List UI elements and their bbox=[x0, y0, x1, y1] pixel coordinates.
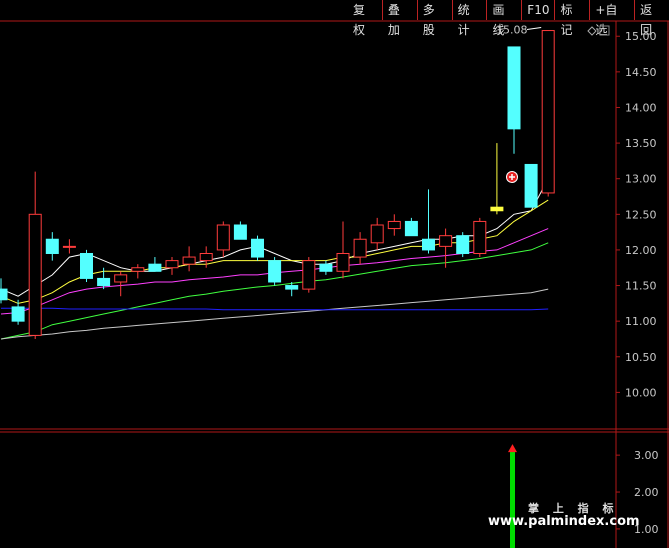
candle-body bbox=[353, 238, 367, 258]
candle-body bbox=[456, 235, 470, 254]
candle bbox=[404, 217, 418, 237]
candle-body bbox=[45, 238, 59, 254]
candle-body bbox=[148, 263, 162, 272]
ma-line-ma60 bbox=[0, 288, 549, 340]
candle-body bbox=[131, 267, 145, 272]
candle bbox=[387, 214, 401, 236]
candle-body bbox=[285, 285, 299, 290]
candle bbox=[114, 271, 128, 297]
kline-chart[interactable]: 15.00 14.50 14.00 13.50 13.00 12.50 12.00 11.50… bbox=[0, 0, 669, 548]
candle-body bbox=[28, 213, 42, 336]
candle-body bbox=[268, 260, 282, 283]
indicator-tick-label: 3.00 bbox=[634, 449, 659, 462]
candle bbox=[216, 221, 230, 258]
ma-line-blue bbox=[1, 307, 549, 311]
candle-body bbox=[507, 46, 521, 130]
price-tick-label: 14.00 bbox=[625, 101, 657, 114]
price-tick-label: 13.50 bbox=[625, 137, 657, 150]
candle-body bbox=[80, 252, 93, 279]
candle-body bbox=[199, 252, 213, 262]
candle-body bbox=[62, 245, 76, 248]
candle bbox=[353, 232, 367, 265]
candle-body bbox=[302, 260, 316, 290]
candle bbox=[490, 143, 504, 215]
candle bbox=[62, 239, 76, 254]
signal-arrow-icon bbox=[508, 444, 517, 453]
candle bbox=[148, 257, 162, 272]
high-price-label: 15.08 bbox=[496, 24, 528, 37]
price-tick-label: 12.50 bbox=[625, 208, 657, 221]
indicator-tick-label: 2.00 bbox=[634, 486, 659, 499]
candle bbox=[165, 257, 179, 275]
candle-body bbox=[97, 277, 111, 287]
candle bbox=[370, 217, 384, 250]
price-tick-label: 13.00 bbox=[625, 173, 657, 186]
candle bbox=[319, 260, 333, 275]
settings-box-icon bbox=[599, 25, 610, 36]
price-tick-label: 10.00 bbox=[625, 386, 657, 399]
candle bbox=[131, 264, 145, 279]
candle bbox=[507, 46, 521, 154]
candle-body bbox=[490, 206, 504, 212]
candle bbox=[473, 217, 487, 258]
candle bbox=[45, 232, 59, 261]
candle bbox=[302, 257, 316, 293]
candle-body bbox=[165, 260, 179, 269]
candle bbox=[251, 235, 264, 261]
candle bbox=[268, 257, 282, 286]
candle-body bbox=[216, 224, 230, 251]
price-axis: 15.00 14.50 14.00 13.50 13.00 12.50 12.00 11.50… bbox=[616, 30, 657, 399]
candle bbox=[336, 221, 350, 279]
price-tick-label: 14.50 bbox=[625, 66, 657, 79]
indicator-panel: 3.002.001.00 bbox=[508, 444, 659, 548]
candle bbox=[182, 246, 196, 272]
price-tick-label: 12.00 bbox=[625, 244, 657, 257]
signal-bar bbox=[510, 451, 515, 548]
candle bbox=[422, 189, 435, 254]
candle-body bbox=[233, 224, 247, 240]
candle-body bbox=[114, 274, 128, 283]
candle-body bbox=[422, 238, 435, 251]
price-tick-label: 10.50 bbox=[625, 351, 657, 364]
candle-body bbox=[251, 238, 264, 258]
candle-body bbox=[0, 288, 8, 301]
candle-body bbox=[319, 263, 333, 272]
candle bbox=[233, 221, 247, 240]
price-tick-label: 15.00 bbox=[625, 30, 657, 43]
candle-body bbox=[370, 224, 384, 244]
candle bbox=[524, 163, 538, 208]
candle bbox=[456, 232, 470, 258]
candle-body bbox=[182, 256, 196, 265]
diamond-icon bbox=[587, 26, 597, 36]
candle bbox=[28, 171, 42, 339]
candle bbox=[541, 30, 555, 197]
candle bbox=[11, 299, 25, 325]
candle-body bbox=[404, 220, 418, 237]
candle-body bbox=[11, 306, 25, 322]
candle bbox=[80, 249, 93, 282]
candle-body bbox=[524, 163, 538, 208]
candle-body bbox=[541, 30, 555, 194]
price-tick-label: 11.00 bbox=[625, 315, 657, 328]
watermark-url: www.palmindex.com bbox=[488, 514, 640, 529]
high-price-arrow bbox=[526, 27, 542, 31]
price-tick-label: 11.50 bbox=[625, 280, 657, 293]
candle bbox=[0, 278, 8, 304]
candle-body bbox=[439, 235, 453, 247]
candle-body bbox=[336, 252, 350, 272]
candle-body bbox=[473, 220, 487, 254]
candle-body bbox=[387, 220, 401, 230]
candlesticks bbox=[0, 30, 555, 339]
